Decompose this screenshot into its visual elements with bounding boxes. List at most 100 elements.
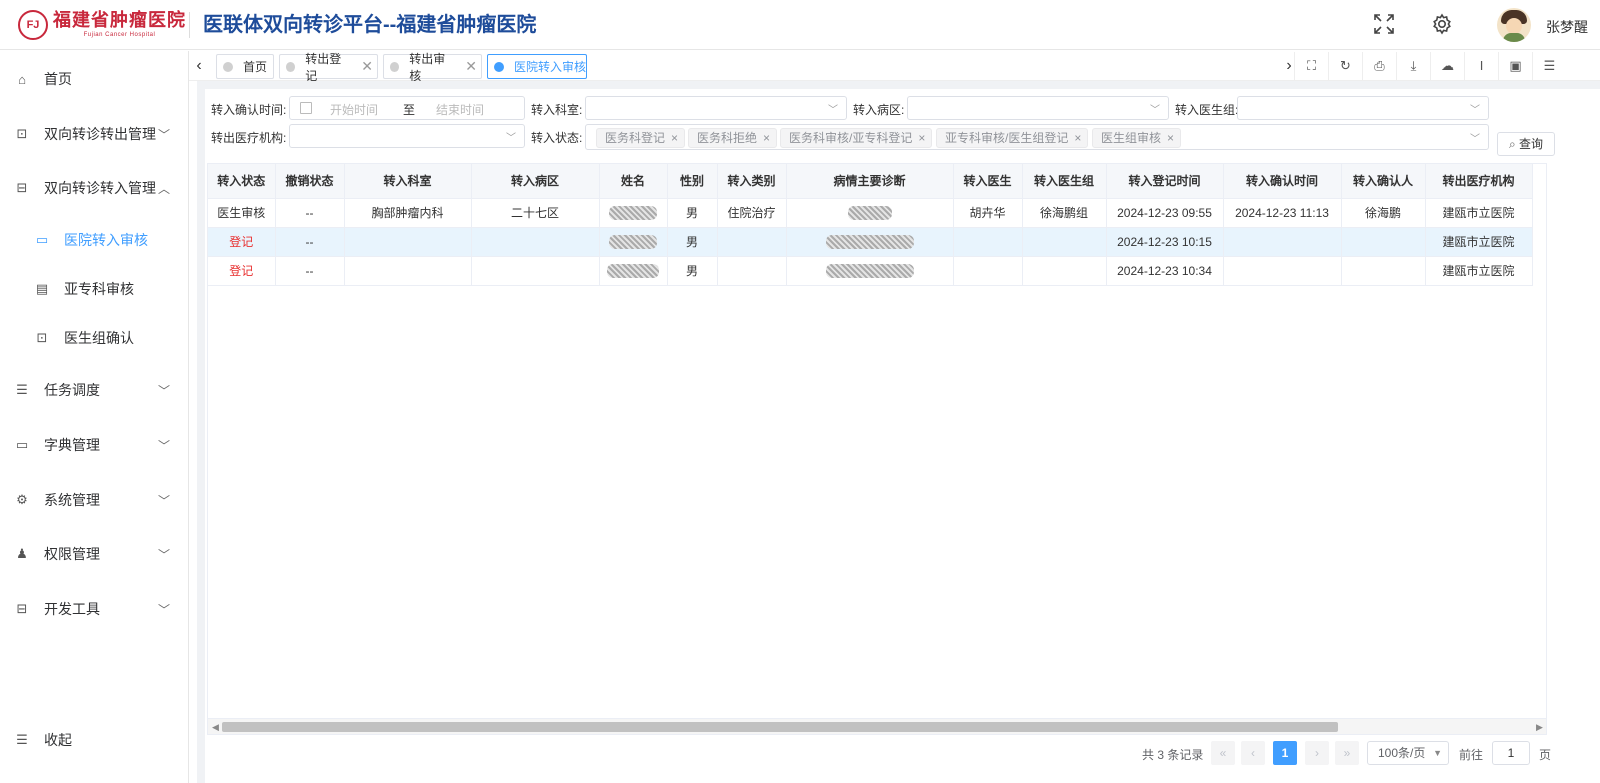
column-header[interactable]: 撤销状态 — [275, 164, 345, 199]
close-icon[interactable]: × — [1074, 131, 1081, 145]
gear-icon: ⚙ — [16, 492, 28, 507]
redacted-name — [599, 227, 668, 257]
next-page-icon[interactable]: › — [1305, 741, 1329, 765]
close-icon[interactable]: ✕ — [465, 58, 477, 75]
scroll-left-icon[interactable]: ◀ — [212, 719, 219, 735]
column-header[interactable]: 转入医生组 — [1022, 164, 1107, 199]
confirm-time-label: 转入确认时间: — [211, 103, 287, 117]
column-header[interactable]: 转入病区 — [471, 164, 600, 199]
chevron-down-icon: ﹀ — [158, 493, 171, 508]
user-key-icon: ♟ — [16, 546, 28, 561]
print-icon[interactable]: ⎙ — [1362, 52, 1396, 80]
column-header[interactable]: 病情主要诊断 — [786, 164, 954, 199]
logo-name: 福建省肿瘤医院 — [53, 10, 186, 31]
prev-page-icon[interactable]: ‹ — [1241, 741, 1265, 765]
sidebar-item-transfer-in[interactable]: ⊟ 双向转诊转入管理 ︿ — [0, 168, 188, 208]
sidebar-item-system[interactable]: ⚙ 系统管理 ﹀ — [0, 480, 188, 520]
refresh-icon[interactable]: ↻ — [1328, 52, 1362, 80]
query-button[interactable]: ⌕ 查询 — [1497, 132, 1555, 156]
tab-home[interactable]: 首页 — [216, 54, 274, 79]
collapse-icon: ☰ — [16, 732, 28, 747]
table-row[interactable]: 医生审核 -- 胸部肿瘤内科 二十七区 男 住院治疗 胡卉华 徐海鹏组 2024… — [208, 198, 1533, 228]
sidebar-item-dictionary[interactable]: ▭ 字典管理 ﹀ — [0, 425, 188, 465]
status-multi-select[interactable]: 医务科登记 × 医务科拒绝 × 医务科审核/亚专科登记 × 亚专科审核/医生组登记 × … — [585, 124, 1489, 150]
page-size-select[interactable]: 100条/页 ▼ — [1367, 741, 1449, 765]
status-tag: 医务科审核/亚专科登记 × — [780, 128, 933, 148]
download-icon[interactable]: ⤓ — [1396, 52, 1430, 80]
header-divider — [189, 12, 190, 38]
sidebar-item-transfer-out[interactable]: ⊡ 双向转诊转出管理 ﹀ — [0, 114, 188, 154]
page-unit: 页 — [1539, 748, 1552, 762]
last-page-icon[interactable]: » — [1335, 741, 1359, 765]
close-icon[interactable]: × — [1167, 131, 1174, 145]
column-header[interactable]: 转入确认时间 — [1223, 164, 1342, 199]
book-icon: ▭ — [15, 437, 29, 452]
column-header[interactable]: 转入类别 — [717, 164, 787, 199]
sidebar-item-hospital-in-review[interactable]: ▭ 医院转入审核 — [0, 220, 188, 260]
tab-transfer-out-register[interactable]: 转出登记 ✕ — [279, 52, 378, 83]
doctor-group-select[interactable]: ﹀ — [1237, 96, 1489, 120]
settings-gear-icon[interactable] — [1430, 13, 1454, 37]
terminal-icon: ⊡ — [16, 126, 28, 141]
sidebar-collapse-button[interactable]: ☰ 收起 — [0, 720, 188, 760]
first-page-icon[interactable]: « — [1211, 741, 1235, 765]
username[interactable]: 张梦醒 — [1546, 17, 1588, 37]
status-tag: 医务科登记 × — [596, 128, 686, 148]
list-icon[interactable]: ☰ — [1532, 52, 1566, 80]
sidebar-item-subspecialty-review[interactable]: ▤ 亚专科审核 — [0, 269, 188, 309]
tabs-bar: ‹ 首页 转出登记 ✕ 转出审核 ✕ 医院转入审核 › ⛶ ↻ ⎙ ⤓ ☁ I … — [189, 51, 1600, 83]
dept-select[interactable]: ﹀ — [585, 96, 847, 120]
page-number[interactable]: 1 — [1273, 741, 1297, 765]
tab-hospital-in-review[interactable]: 医院转入审核 — [487, 54, 587, 79]
window-icon[interactable]: ▣ — [1498, 52, 1532, 80]
cloud-download-icon[interactable]: ☁ — [1430, 52, 1464, 80]
horizontal-scrollbar[interactable]: ◀ ▶ — [207, 719, 1547, 735]
pagination: 共 3 条记录 « ‹ 1 › » 100条/页 ▼ 前往 1 页 — [205, 739, 1600, 769]
tab-transfer-out-review[interactable]: 转出审核 ✕ — [383, 52, 482, 83]
table-row[interactable]: 登记 -- 男 2024-12-23 10:15 建瓯市立医院 — [208, 227, 1533, 257]
column-header[interactable]: 性别 — [667, 164, 718, 199]
table-row[interactable]: 登记 -- 男 2024-12-23 10:34 建瓯市立医院 — [208, 256, 1533, 286]
chevron-up-icon: ︿ — [158, 181, 171, 196]
redacted-diagnosis — [786, 227, 954, 257]
column-header[interactable]: 转出医疗机构 — [1425, 164, 1533, 199]
text-cursor-icon[interactable]: I — [1464, 52, 1498, 80]
column-header[interactable]: 姓名 — [599, 164, 668, 199]
fit-screen-icon[interactable]: ⛶ — [1294, 52, 1328, 80]
doctor-group-label: 转入医生组: — [1175, 103, 1239, 117]
chevron-down-icon: ﹀ — [158, 438, 171, 453]
task-icon: ☰ — [16, 382, 28, 397]
sidebar-item-task-schedule[interactable]: ☰ 任务调度 ﹀ — [0, 370, 188, 410]
tabs-scroll-left-icon[interactable]: ‹ — [189, 55, 209, 77]
sidebar-item-doctor-group-confirm[interactable]: ⊡ 医生组确认 — [0, 318, 188, 358]
ward-label: 转入病区: — [853, 103, 905, 117]
redacted-diagnosis — [786, 198, 954, 228]
caret-down-icon: ▼ — [1433, 748, 1442, 758]
close-icon[interactable]: × — [918, 131, 925, 145]
column-header[interactable]: 转入状态 — [208, 164, 276, 199]
hospital-seal-icon: FJ — [18, 10, 48, 40]
scroll-right-icon[interactable]: ▶ — [1536, 719, 1543, 735]
sidebar-item-dev-tools[interactable]: ⊟ 开发工具 ﹀ — [0, 589, 188, 629]
goto-page-input[interactable]: 1 — [1492, 741, 1530, 765]
org-select[interactable]: ﹀ — [289, 124, 525, 148]
user-avatar[interactable] — [1497, 8, 1531, 42]
sidebar-item-home[interactable]: ⌂ 首页 — [0, 59, 188, 99]
column-header[interactable]: 转入登记时间 — [1106, 164, 1224, 199]
close-icon[interactable]: × — [763, 131, 770, 145]
home-icon: ⌂ — [18, 71, 26, 87]
column-header[interactable]: 转入确认人 — [1341, 164, 1426, 199]
close-icon[interactable]: ✕ — [361, 58, 373, 75]
ward-select[interactable]: ﹀ — [907, 96, 1169, 120]
logo-english-name: Fujian Cancer Hospital — [83, 32, 156, 38]
column-header[interactable]: 转入医生 — [953, 164, 1023, 199]
close-icon[interactable]: × — [671, 131, 678, 145]
redacted-diagnosis — [786, 256, 954, 286]
book-icon: ▭ — [35, 232, 49, 247]
confirm-time-range-picker[interactable]: 开始时间 至 结束时间 — [289, 96, 525, 120]
column-header[interactable]: 转入科室 — [344, 164, 472, 199]
fullscreen-icon[interactable] — [1372, 13, 1396, 37]
dept-label: 转入科室: — [531, 103, 583, 117]
scrollbar-thumb[interactable] — [222, 722, 1338, 732]
sidebar-item-permissions[interactable]: ♟ 权限管理 ﹀ — [0, 534, 188, 574]
